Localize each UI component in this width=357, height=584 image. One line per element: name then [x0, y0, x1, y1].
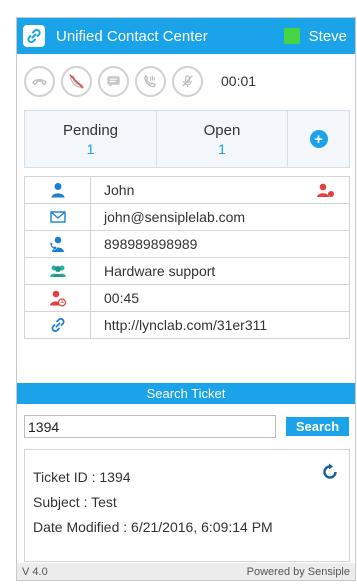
search-button[interactable]: Search [286, 417, 349, 436]
user-clock-icon [50, 290, 66, 307]
ticket-search-input[interactable] [24, 415, 276, 438]
contact-link-row: http://lynclab.com/31er311 [24, 311, 350, 339]
search-ticket-header: Search Ticket [17, 383, 355, 404]
group-icon [49, 265, 66, 277]
version-label: V 4.0 [22, 565, 48, 578]
footer-bar: V 4.0 Powered by Sensiple [17, 563, 355, 580]
user-phone-icon [49, 236, 64, 252]
contact-email[interactable]: john@sensiplelab.com [90, 203, 350, 231]
open-queue[interactable]: Open 1 [157, 111, 288, 167]
call-timer: 00:01 [221, 73, 257, 89]
app-header: Unified Contact Center Steve [17, 18, 355, 54]
contact-name: John [104, 182, 135, 198]
link-icon [51, 318, 64, 332]
add-ticket-cell: + [288, 111, 349, 167]
contact-email-row: john@sensiplelab.com [24, 203, 350, 231]
refresh-icon[interactable] [321, 463, 339, 481]
call-controls: 00:01 [17, 54, 355, 108]
contact-duration-row: 00:45 [24, 284, 350, 312]
hang-up-button[interactable] [24, 65, 55, 97]
contact-department: Hardware support [90, 257, 350, 285]
contact-card-icon[interactable] [316, 183, 335, 198]
chat-icon [107, 75, 120, 87]
contact-center-panel: Unified Contact Center Steve 00:01 Pendi… [16, 17, 356, 581]
pending-label: Pending [62, 121, 119, 139]
contact-info-table: John john@sensiplelab.com 898989898989 H… [24, 176, 350, 339]
ticket-subject: Subject : Test [33, 494, 117, 510]
contact-phone-row: 898989898989 [24, 230, 350, 258]
ticket-queues: Pending 1 Open 1 + [24, 110, 350, 168]
add-ticket-button[interactable]: + [309, 130, 328, 148]
hang-up-icon [32, 78, 47, 85]
contact-name-row: John [24, 176, 350, 204]
pending-queue[interactable]: Pending 1 [25, 111, 157, 167]
powered-by-label: Powered by Sensiple [246, 565, 350, 578]
contact-link[interactable]: http://lynclab.com/31er311 [90, 311, 350, 339]
open-count: 1 [218, 140, 226, 157]
call-duration: 00:45 [90, 284, 350, 312]
presence-status-indicator[interactable] [283, 28, 300, 44]
ticket-details: Ticket ID : 1394 Subject : Test Date Mod… [24, 449, 350, 562]
open-label: Open [203, 121, 241, 139]
ticket-id: Ticket ID : 1394 [33, 469, 131, 485]
chat-button[interactable] [98, 65, 129, 97]
contact-phone[interactable]: 898989898989 [90, 230, 350, 258]
ticket-date-modified: Date Modified : 6/21/2016, 6:09:14 PM [33, 519, 273, 535]
pending-count: 1 [86, 140, 95, 157]
contact-department-row: Hardware support [24, 257, 350, 285]
link-logo-icon [23, 25, 45, 47]
mic-off-icon [182, 74, 193, 87]
app-title: Unified Contact Center [56, 27, 208, 45]
email-icon [49, 211, 66, 223]
user-icon [51, 183, 64, 198]
user-name: Steve [308, 27, 347, 45]
phone-muted-icon [69, 73, 84, 89]
voicemail-icon [144, 74, 157, 87]
plus-icon: + [314, 130, 323, 148]
mute-microphone-button[interactable] [172, 65, 203, 97]
phone-muted-button[interactable] [61, 65, 92, 97]
voicemail-button[interactable] [135, 65, 166, 97]
